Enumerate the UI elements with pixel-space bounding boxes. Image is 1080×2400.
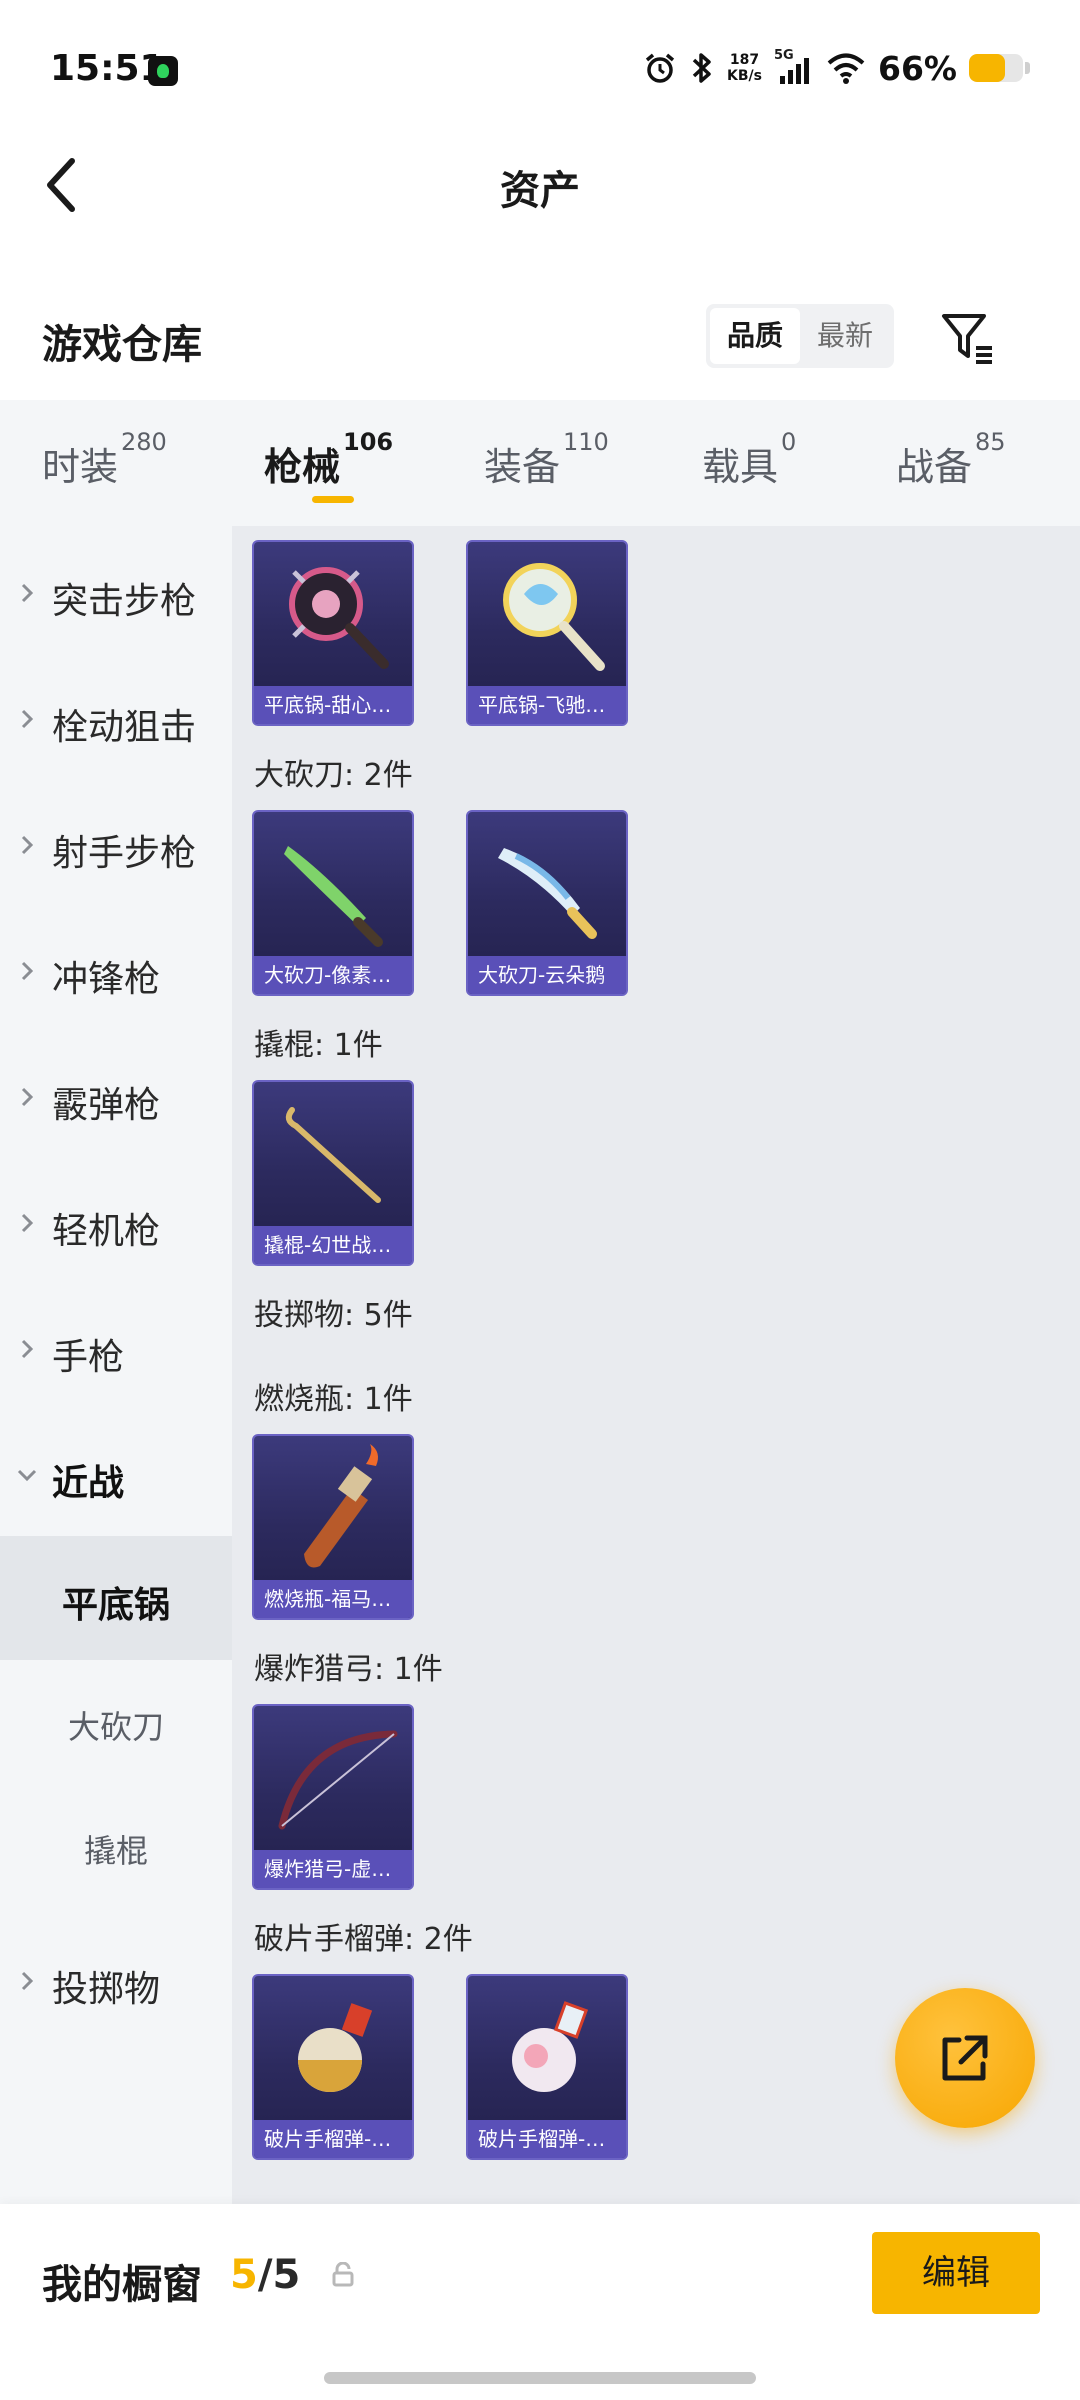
chevron-right-icon [21,1339,34,1359]
sort-latest-button[interactable]: 最新 [800,308,890,364]
showcase-label: 我的橱窗 [42,2262,202,2308]
item-name: 爆炸猎弓-虚… [254,1850,412,1888]
item-card[interactable]: 破片手榴弹-… [252,1974,414,2160]
status-bar: 15:51 187 KB/s 5G 66% [0,0,1080,140]
category-tabs: 时装280 枪械106 装备110 载具0 战备85 [0,400,1080,526]
sidebar-subitem-crowbar[interactable]: 撬棍 [0,1784,232,1908]
battery-percent: 66% [878,48,957,88]
sidebar-subitem-machete[interactable]: 大砍刀 [0,1660,232,1784]
category-sidebar: 突击步枪 栓动狙击 射手步枪 冲锋枪 霰弹枪 轻机枪 手枪 近战 平底锅 大砍刀… [0,526,232,2204]
item-card[interactable]: 大砍刀-云朵鹅 [466,810,628,996]
group-header: 燃烧瓶: 1件 [254,1382,413,1417]
item-card[interactable]: 燃烧瓶-福马… [252,1434,414,1620]
tab-supplies[interactable]: 战备85 [896,428,1006,491]
tab-firearms[interactable]: 枪械106 [264,428,393,491]
group-header: 撬棍: 1件 [254,1028,383,1063]
sidebar-item-smg[interactable]: 冲锋枪 [0,922,232,1022]
battery-icon [969,54,1023,82]
grenade-icon [512,2001,589,2092]
lock-icon [332,2262,354,2287]
sidebar-subitem-frying-pan[interactable]: 平底锅 [0,1536,232,1660]
item-name: 破片手榴弹-… [468,2120,626,2158]
crowbar-icon [285,1107,381,1203]
filter-icon [942,314,992,364]
item-name: 燃烧瓶-福马… [254,1580,412,1618]
chevron-right-icon [21,583,34,603]
machete-icon [284,846,383,947]
sort-quality-button[interactable]: 品质 [710,308,800,364]
battery-cap [1025,62,1030,74]
item-card[interactable]: 平底锅-甜心… [252,540,414,726]
alarm-icon [645,53,675,83]
bluetooth-icon [692,53,711,83]
item-card[interactable]: 大砍刀-像素… [252,810,414,996]
edit-button[interactable]: 编辑 [872,2232,1040,2314]
chevron-right-icon [21,1087,34,1107]
share-external-icon [942,2035,988,2081]
chevron-right-icon [21,961,34,981]
item-grid: 平底锅-甜心… 平底锅-飞驰… 大砍刀: 2件 大砍刀-像素… 大砍刀-云朵鹅 … [232,526,1080,2204]
chevron-right-icon [21,1213,34,1233]
sidebar-item-throwables[interactable]: 投掷物 [0,1932,232,2032]
item-card[interactable]: 破片手榴弹-… [466,1974,628,2160]
bottom-bar: 我的橱窗 5/5 编辑 [0,2204,1080,2400]
molotov-icon [304,1444,378,1568]
frying-pan-icon [503,563,605,671]
share-button[interactable] [895,1988,1035,2128]
item-name: 平底锅-甜心… [254,686,412,724]
active-tab-indicator [312,496,354,503]
filter-button[interactable] [938,308,998,368]
sidebar-item-assault-rifle[interactable]: 突击步枪 [0,544,232,644]
tab-fashion[interactable]: 时装280 [42,428,167,491]
home-indicator[interactable] [324,2372,756,2384]
signal-icon: 5G [774,48,814,86]
chevron-right-icon [21,1971,34,1991]
status-icons: 187 KB/s 5G 66% [643,46,1030,90]
page-title: 资产 [500,168,580,214]
sidebar-item-melee[interactable]: 近战 [0,1426,232,1526]
item-card[interactable]: 撬棍-幻世战… [252,1080,414,1266]
chevron-down-icon [17,1469,37,1482]
net-speed: 187 KB/s [727,52,762,84]
showcase-count: 5/5 [230,2252,301,2298]
machete-icon [498,848,597,939]
frying-pan-icon [289,567,389,669]
sidebar-item-bolt-sniper[interactable]: 栓动狙击 [0,670,232,770]
app-notification-icon [148,56,178,86]
chevron-right-icon [21,709,34,729]
chevron-right-icon [21,835,34,855]
item-card[interactable]: 平底锅-飞驰… [466,540,628,726]
sidebar-item-pistol[interactable]: 手枪 [0,1300,232,1400]
warehouse-title: 游戏仓库 [42,322,202,368]
item-name: 平底锅-飞驰… [468,686,626,724]
item-name: 撬棍-幻世战… [254,1226,412,1264]
wifi-icon [827,53,865,84]
tab-vehicles[interactable]: 载具0 [702,428,796,491]
sidebar-item-lmg[interactable]: 轻机枪 [0,1174,232,1274]
item-name: 大砍刀-云朵鹅 [468,956,626,994]
group-header: 破片手榴弹: 2件 [254,1922,473,1957]
group-header: 投掷物: 5件 [254,1298,413,1333]
bow-icon [278,1730,398,1830]
item-name: 破片手榴弹-… [254,2120,412,2158]
sort-toggle: 品质 最新 [706,304,894,368]
item-name: 大砍刀-像素… [254,956,412,994]
sidebar-item-shotgun[interactable]: 霰弹枪 [0,1048,232,1148]
grenade-icon [298,2003,373,2092]
tab-equipment[interactable]: 装备110 [484,428,609,491]
sidebar-item-marksman-rifle[interactable]: 射手步枪 [0,796,232,896]
group-header: 爆炸猎弓: 1件 [254,1652,443,1687]
item-card[interactable]: 爆炸猎弓-虚… [252,1704,414,1890]
group-header: 大砍刀: 2件 [254,758,413,793]
